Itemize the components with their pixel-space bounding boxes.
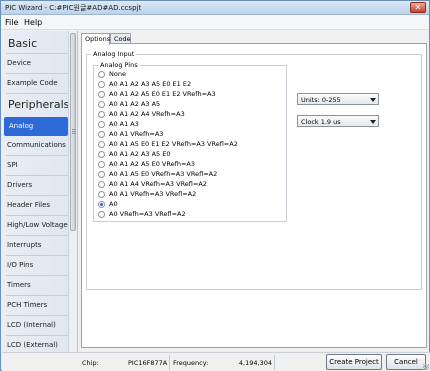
units-value: Units: 0-255 [301, 96, 341, 104]
status-bar: Chip: PIC16F877A Frequency: 4,194,304 Cr… [2, 352, 430, 371]
radio-button[interactable] [98, 81, 105, 88]
radio-button[interactable] [98, 151, 105, 158]
sidebar-item-high-low-voltage[interactable]: High/Low Voltage [2, 216, 69, 235]
menu-file[interactable]: File [5, 18, 18, 27]
radio-button[interactable] [98, 101, 105, 108]
radio-button[interactable] [98, 171, 105, 178]
sidebar-heading-peripherals: Peripherals [8, 98, 70, 111]
frequency-label: Frequency: [173, 359, 209, 367]
chip-label: Chip: [82, 359, 99, 367]
analog-input-label: Analog Input [91, 50, 137, 58]
sidebar: Basic Device Example Code Peripherals An… [2, 31, 78, 353]
status-divider [169, 355, 170, 370]
close-icon: ✕ [414, 3, 422, 12]
sidebar-item-header-files[interactable]: Header Files [2, 196, 69, 215]
sidebar-item-pch-timers[interactable]: PCH Timers [2, 296, 69, 315]
sidebar-scroll-thumb[interactable] [70, 33, 76, 231]
sidebar-item-drivers[interactable]: Drivers [2, 176, 69, 195]
analog-pins-group: Analog Pins None A0 A1 A2 A3 A5 E0 E1 E2… [93, 61, 287, 222]
sidebar-item-communications[interactable]: Communications [2, 136, 69, 155]
radio-button[interactable] [98, 91, 105, 98]
menu-bar: File Help [1, 15, 429, 30]
sidebar-item-lcd-internal[interactable]: LCD (Internal) [2, 316, 69, 335]
resize-grip-icon[interactable] [423, 364, 429, 370]
sidebar-scrollbar[interactable] [68, 31, 77, 353]
radio-button[interactable] [98, 71, 105, 78]
sidebar-item-timers[interactable]: Timers [2, 276, 69, 295]
radio-button[interactable] [98, 121, 105, 128]
radio-button[interactable] [98, 131, 105, 138]
clock-value: Clock 1.9 us [301, 118, 341, 126]
chip-value: PIC16F877A [128, 359, 168, 367]
radio-button[interactable] [98, 161, 105, 168]
options-panel: Analog Input Analog Pins None A0 A1 A2 A… [81, 43, 427, 348]
clock-dropdown[interactable]: Clock 1.9 us [297, 115, 379, 127]
sidebar-divider [6, 93, 68, 94]
sidebar-item-spi[interactable]: SPI [2, 156, 69, 175]
grip-icon [72, 133, 76, 134]
menu-help[interactable]: Help [24, 18, 42, 27]
sidebar-item-io-pins[interactable]: I/O Pins [2, 256, 69, 275]
title-bar: PIC Wizard - C:#PIC원글#AD#AD.ccspjt ✕ [1, 1, 429, 15]
chevron-down-icon [370, 120, 376, 124]
close-button[interactable]: ✕ [410, 2, 426, 13]
radio-button-checked[interactable] [98, 201, 105, 208]
sidebar-item-lcd-external[interactable]: LCD (External) [2, 336, 69, 353]
sidebar-heading-basic: Basic [8, 37, 38, 50]
tab-options[interactable]: Options [81, 33, 110, 45]
app-window: PIC Wizard - C:#PIC원글#AD#AD.ccspjt ✕ Fil… [0, 0, 430, 371]
analog-input-group: Analog Input Analog Pins None A0 A1 A2 A… [86, 50, 422, 290]
sidebar-item-interrupts[interactable]: Interrupts [2, 236, 69, 255]
analog-pins-label: Analog Pins [98, 61, 140, 69]
radio-button[interactable] [98, 191, 105, 198]
radio-button[interactable] [98, 111, 105, 118]
status-divider [274, 355, 275, 370]
radio-button[interactable] [98, 141, 105, 148]
window-title: PIC Wizard - C:#PIC원글#AD#AD.ccspjt [5, 4, 142, 12]
frequency-value: 4,194,304 [238, 359, 272, 367]
sidebar-item-device[interactable]: Device [2, 54, 69, 73]
radio-button[interactable] [98, 181, 105, 188]
grip-icon [72, 129, 76, 130]
cancel-button[interactable]: Cancel [386, 354, 426, 370]
units-dropdown[interactable]: Units: 0-255 [297, 93, 379, 105]
create-project-button[interactable]: Create Project [326, 354, 382, 370]
sidebar-item-analog[interactable]: Analog [4, 117, 68, 136]
radio-button[interactable] [98, 211, 105, 218]
grip-icon [72, 131, 76, 132]
chevron-down-icon [370, 98, 376, 102]
sidebar-item-example-code[interactable]: Example Code [2, 74, 69, 93]
